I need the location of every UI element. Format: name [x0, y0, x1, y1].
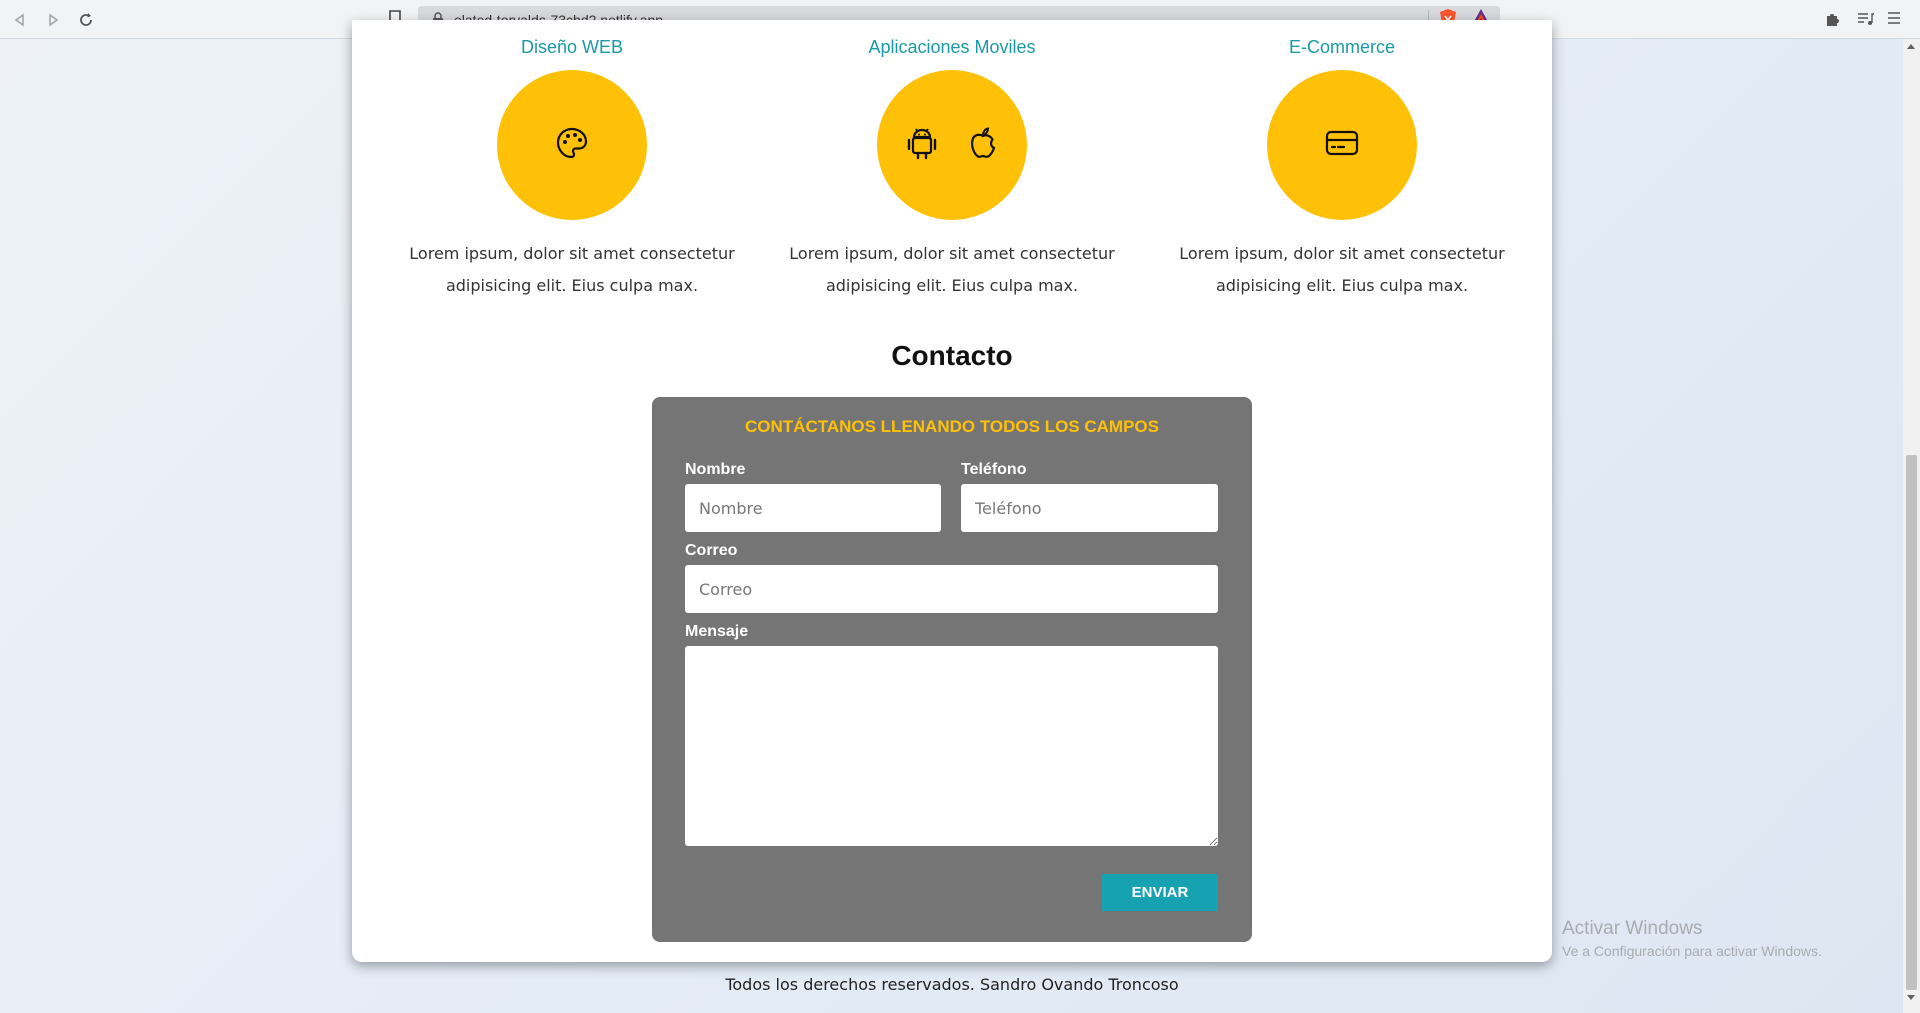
- nombre-input[interactable]: [685, 484, 941, 532]
- scroll-up-arrow-icon[interactable]: [1907, 44, 1915, 49]
- service-web-design: Diseño WEB Lorem ipsum, dolor sit amet c…: [402, 32, 742, 302]
- service-icon-circle: [1267, 70, 1417, 220]
- back-icon[interactable]: [8, 8, 32, 32]
- extensions-puzzle-icon[interactable]: [1824, 10, 1844, 30]
- form-title: CONTÁCTANOS LLENANDO TODOS LOS CAMPOS: [745, 417, 1159, 436]
- service-title: Aplicaciones Moviles: [868, 37, 1036, 57]
- contact-heading: Contacto: [891, 340, 1013, 371]
- windows-activation-subtitle: Ve a Configuración para activar Windows.: [1562, 943, 1822, 959]
- content-card: Diseño WEB Lorem ipsum, dolor sit amet c…: [352, 20, 1552, 962]
- palette-icon: [555, 126, 589, 165]
- footer-text: Todos los derechos reservados. Sandro Ov…: [725, 975, 1179, 994]
- mensaje-label: Mensaje: [685, 623, 749, 640]
- service-description: Lorem ipsum, dolor sit amet consectetur …: [409, 244, 735, 295]
- windows-activation-title: Activar Windows: [1562, 918, 1703, 939]
- service-title: E-Commerce: [1288, 37, 1395, 57]
- service-ecommerce: E-Commerce Lorem ipsum, dolor sit amet c…: [1172, 32, 1512, 302]
- scroll-down-arrow-icon[interactable]: [1907, 995, 1915, 1000]
- contact-form: CONTÁCTANOS LLENANDO TODOS LOS CAMPOS No…: [652, 397, 1252, 942]
- correo-label: Correo: [685, 542, 738, 559]
- telefono-label: Teléfono: [961, 461, 1027, 478]
- correo-input[interactable]: [685, 565, 1218, 613]
- service-description: Lorem ipsum, dolor sit amet consectetur …: [1179, 244, 1505, 295]
- scrollbar-thumb[interactable]: [1906, 455, 1917, 990]
- nombre-label: Nombre: [685, 461, 746, 478]
- send-button[interactable]: ENVIAR: [1102, 874, 1218, 911]
- credit-card-icon: [1325, 129, 1359, 162]
- service-icon-circle: [877, 70, 1027, 220]
- reload-icon[interactable]: [74, 8, 98, 32]
- playlist-icon[interactable]: [1856, 10, 1876, 30]
- android-icon: [906, 126, 938, 165]
- forward-icon[interactable]: [41, 8, 65, 32]
- service-icon-circle: [497, 70, 647, 220]
- telefono-input[interactable]: [961, 484, 1218, 532]
- service-description: Lorem ipsum, dolor sit amet consectetur …: [789, 244, 1115, 295]
- service-title: Diseño WEB: [520, 37, 624, 57]
- menu-hamburger-icon[interactable]: [1887, 10, 1907, 30]
- mensaje-textarea[interactable]: [685, 646, 1218, 846]
- service-mobile-apps: Aplicaciones Moviles Lorem ipsum, dolor …: [782, 32, 1122, 302]
- apple-icon: [968, 126, 998, 165]
